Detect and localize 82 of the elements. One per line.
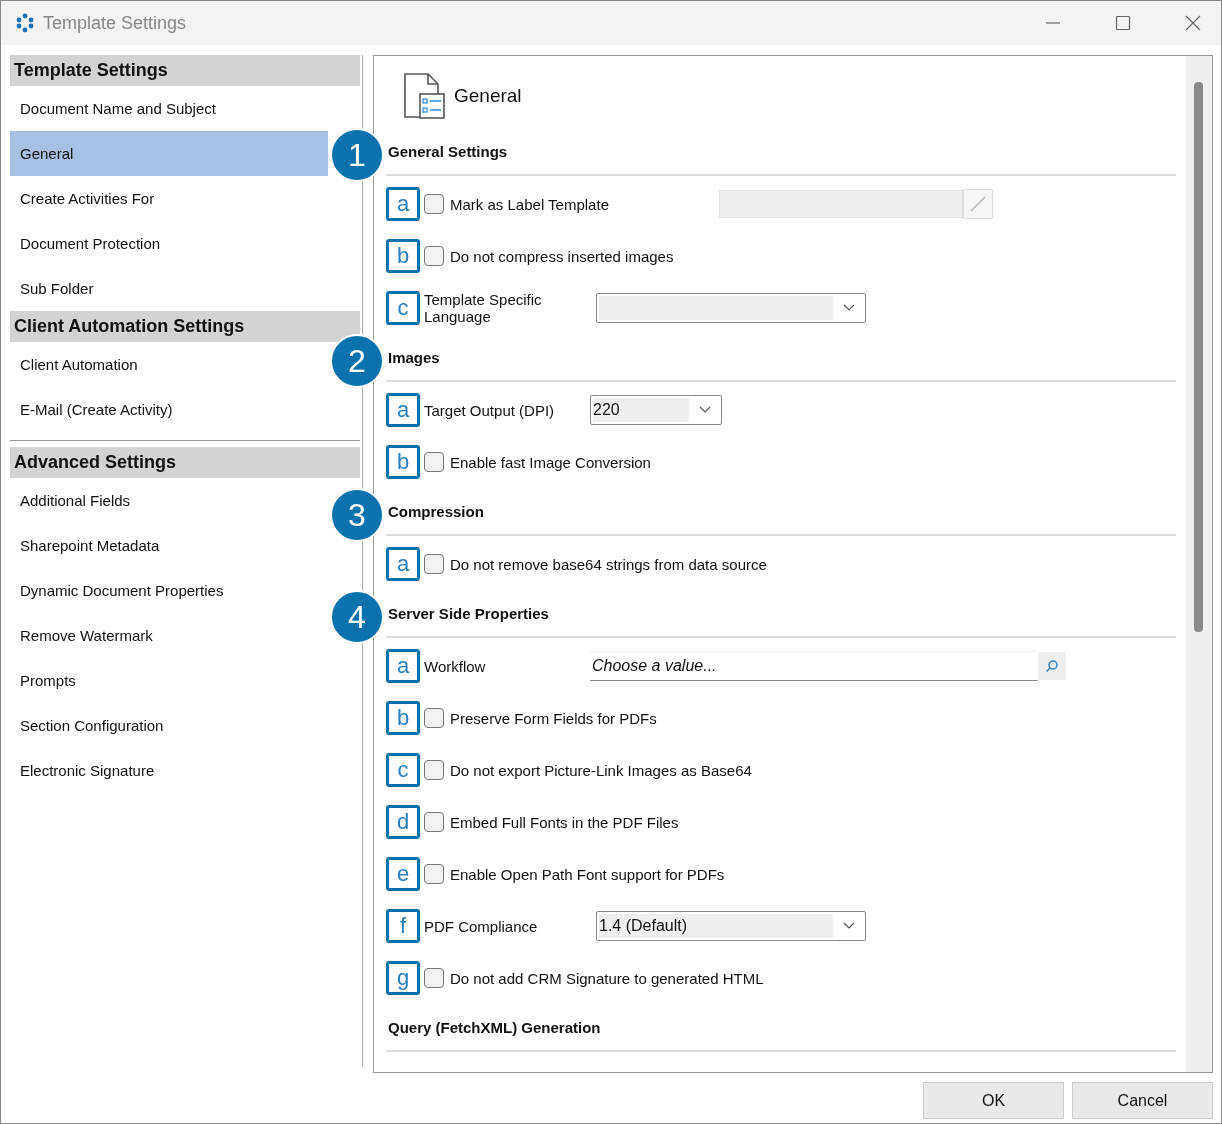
checkbox[interactable]	[424, 554, 444, 574]
field-label: PDF Compliance	[424, 917, 539, 935]
checkbox-label: Do not add CRM Signature to generated HTML	[450, 969, 764, 987]
sidebar-item[interactable]: Document Name and Subject	[10, 86, 328, 131]
chevron-down-icon	[843, 304, 855, 312]
chevron-down-icon	[843, 922, 855, 930]
sidebar-group-header: Template Settings	[10, 55, 360, 86]
option-letter-badge: b	[386, 445, 420, 479]
dropdown[interactable]: 1.4 (Default)	[596, 911, 866, 941]
field-label: Workflow	[424, 657, 487, 675]
step-number-badge: 4	[330, 590, 384, 644]
sidebar-item[interactable]: Electronic Signature	[10, 748, 328, 793]
option-letter-badge: a	[386, 393, 420, 427]
section-heading: Compression	[387, 502, 484, 520]
checkbox-label: Enable Open Path Font support for PDFs	[450, 865, 725, 883]
checkbox[interactable]	[424, 760, 444, 780]
checkbox[interactable]	[424, 194, 444, 214]
sidebar-item[interactable]: Additional Fields	[10, 478, 328, 523]
scrollbar[interactable]	[1186, 56, 1212, 1072]
maximize-icon[interactable]	[1115, 15, 1131, 31]
checkbox[interactable]	[424, 812, 444, 832]
sidebar-item[interactable]: Remove Watermark	[10, 613, 328, 658]
sidebar-group-header: Advanced Settings	[10, 447, 360, 478]
app-logo-icon	[15, 13, 35, 33]
checkbox[interactable]	[424, 864, 444, 884]
sidebar-item[interactable]: E-Mail (Create Activity)	[10, 387, 328, 432]
option-letter-badge: a	[386, 187, 420, 221]
sidebar-item[interactable]: Create Activities For	[10, 176, 328, 221]
sidebar-group-header: Client Automation Settings	[10, 311, 360, 342]
field-label: Target Output (DPI)	[424, 401, 556, 419]
pencil-icon	[969, 195, 987, 213]
section-heading: Query (FetchXML) Generation	[387, 1018, 601, 1036]
checkbox-label: Embed Full Fonts in the PDF Files	[450, 813, 679, 831]
section-heading: Images	[387, 348, 440, 366]
sidebar-item[interactable]: Dynamic Document Properties	[10, 568, 328, 613]
cancel-button[interactable]: Cancel	[1072, 1082, 1213, 1119]
sidebar-item[interactable]: General	[10, 131, 328, 176]
option-letter-badge: c	[386, 291, 420, 325]
checkbox-label: Do not export Picture-Link Images as Base64	[450, 761, 752, 779]
step-number-badge: 2	[330, 334, 384, 388]
step-number-badge: 3	[330, 488, 384, 542]
ok-button[interactable]: OK	[923, 1082, 1064, 1119]
option-letter-badge: c	[386, 753, 420, 787]
section-heading: Server Side Properties	[387, 604, 549, 622]
sidebar-item[interactable]: Sharepoint Metadata	[10, 523, 328, 568]
option-letter-badge: g	[386, 961, 420, 995]
option-letter-badge: b	[386, 701, 420, 735]
option-letter-badge: d	[386, 805, 420, 839]
field-label: Template Specific Language	[424, 291, 543, 325]
step-number-badge: 1	[330, 128, 384, 182]
checkbox[interactable]	[424, 708, 444, 728]
checkbox[interactable]	[424, 246, 444, 266]
search-button[interactable]	[1038, 652, 1066, 680]
option-letter-badge: e	[386, 857, 420, 891]
option-letter-badge: a	[386, 649, 420, 683]
workflow-lookup-field[interactable]: Choose a value...	[590, 651, 1038, 681]
checkbox-label: Mark as Label Template	[450, 195, 609, 213]
close-icon[interactable]	[1185, 15, 1201, 31]
label-template-field[interactable]	[719, 190, 963, 218]
checkbox-label: Preserve Form Fields for PDFs	[450, 709, 657, 727]
option-letter-badge: a	[386, 547, 420, 581]
scrollbar-thumb[interactable]	[1194, 82, 1203, 632]
dropdown[interactable]: 220	[590, 395, 722, 425]
search-icon	[1045, 659, 1059, 673]
option-letter-badge: f	[386, 909, 420, 943]
window-title: Template Settings	[43, 12, 187, 34]
checkbox-label: Do not compress inserted images	[450, 247, 674, 265]
checkbox[interactable]	[424, 452, 444, 472]
checkbox[interactable]	[424, 968, 444, 988]
section-heading: General Settings	[387, 142, 508, 160]
sidebar-item[interactable]: Document Protection	[10, 221, 328, 266]
chevron-down-icon	[699, 406, 711, 414]
sidebar-item[interactable]: Section Configuration	[10, 703, 328, 748]
checkbox-label: Do not remove base64 strings from data source	[450, 555, 767, 573]
sidebar-item[interactable]: Prompts	[10, 658, 328, 703]
document-settings-icon	[402, 72, 446, 120]
dropdown[interactable]	[596, 293, 866, 323]
sidebar-item[interactable]: Client Automation	[10, 342, 328, 387]
sidebar-item[interactable]: Sub Folder	[10, 266, 328, 311]
panel-title: General	[454, 85, 522, 107]
checkbox-label: Enable fast Image Conversion	[450, 453, 651, 471]
option-letter-badge: b	[386, 239, 420, 273]
